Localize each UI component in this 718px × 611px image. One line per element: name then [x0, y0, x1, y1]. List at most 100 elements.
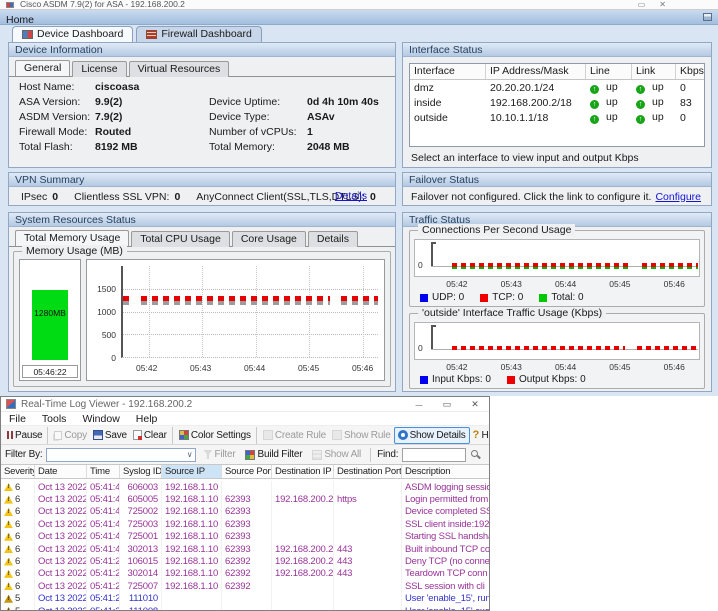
legend-swatch — [480, 293, 489, 302]
column-header[interactable]: Link — [632, 64, 676, 79]
system-resources-tab[interactable]: Core Usage — [231, 231, 306, 247]
toolbar-button[interactable]: Show Rule — [329, 427, 394, 444]
field-value: 7.9(2) — [95, 110, 123, 123]
menu-item[interactable]: Tools — [34, 412, 75, 425]
undock-icon[interactable] — [703, 13, 712, 21]
date-cell: Oct 13 2022 — [35, 481, 87, 494]
log-row[interactable]: 6 Oct 13 2022 05:41:28 302014 192.168.1.… — [1, 567, 489, 581]
destination-port-cell — [334, 530, 402, 543]
log-row[interactable]: 6 Oct 13 2022 05:41:28 725007 192.168.1.… — [1, 580, 489, 593]
severity-cell: 6 — [1, 567, 35, 581]
toolbar-button[interactable]: Show Details — [393, 426, 470, 444]
vpn-details-link[interactable]: Details — [335, 190, 367, 202]
log-viewer-toolbar: Pause Copy Save Clear Color Settings Cre… — [1, 426, 489, 445]
log-row[interactable]: 6 Oct 13 2022 05:41:43 725001 192.168.1.… — [1, 530, 489, 543]
connections-chart-plot: 0 — [414, 239, 700, 277]
field-value: 1 — [307, 125, 313, 138]
system-resources-tab[interactable]: Details — [307, 231, 358, 247]
interface-row[interactable]: dmz 20.20.20.1/24 up up 0 — [410, 80, 704, 95]
column-header[interactable]: Date — [35, 465, 87, 478]
syslog-id-cell: 106015 — [120, 555, 162, 568]
column-header[interactable]: Time — [87, 465, 120, 478]
minimize-icon[interactable] — [405, 397, 433, 411]
close-icon[interactable] — [659, 0, 666, 9]
vpn-stat-label: Clientless SSL VPN: — [74, 190, 170, 203]
menu-item[interactable]: File — [1, 412, 34, 425]
time-cell: 05:41:28 — [87, 580, 120, 593]
menu-item[interactable]: Window — [74, 412, 127, 425]
log-row[interactable]: 6 Oct 13 2022 05:41:28 106015 192.168.1.… — [1, 555, 489, 568]
interface-link-status: up — [632, 96, 676, 109]
memory-usage-line-chart: 1500 1000 500 0 05:42 05:43 05:44 05:45 … — [86, 259, 385, 381]
warning-icon — [4, 569, 13, 578]
toolbar-button[interactable]: Pause — [4, 427, 45, 444]
legend-item: Input Kbps: 0 — [420, 374, 491, 385]
filter-button[interactable]: Show All — [309, 446, 364, 463]
device-info-field: Device Uptime: 0d 4h 10m 40s — [209, 94, 379, 109]
maximize-icon[interactable] — [433, 397, 461, 411]
date-cell: Oct 13 2022 — [35, 555, 87, 568]
filter-combobox[interactable] — [46, 447, 197, 462]
y-axis-label: 500 — [101, 330, 116, 340]
source-port-cell: 62393 — [222, 530, 272, 543]
description-cell: Teardown TCP conn — [405, 568, 488, 580]
dashboard-tabs: Device Dashboard Firewall Dashboard — [12, 26, 262, 42]
log-row[interactable]: 6 Oct 13 2022 05:41:43 725002 192.168.1.… — [1, 505, 489, 519]
menu-item[interactable]: Help — [128, 412, 166, 425]
toolbar-icon — [54, 430, 63, 440]
log-viewer-titlebar[interactable]: Real-Time Log Viewer - 192.168.200.2 — [1, 397, 489, 412]
source-ip-cell — [162, 592, 222, 605]
system-resources-panel: System Resources Status Total Memory Usa… — [8, 212, 396, 392]
column-header[interactable]: Destination Port — [334, 465, 402, 478]
time-cell: 05:41:43 — [87, 505, 120, 519]
dashboard-tab[interactable]: Device Dashboard — [12, 26, 134, 42]
legend-item: UDP: 0 — [420, 292, 464, 303]
device-info-tab[interactable]: General — [15, 60, 71, 76]
log-row[interactable]: 6 Oct 13 2022 05:41:43 725003 192.168.1.… — [1, 518, 489, 531]
toolbar-label: Help — [481, 429, 489, 441]
toolbar-icon — [262, 430, 273, 440]
filter-button[interactable]: Filter — [200, 446, 238, 463]
search-icon[interactable] — [470, 449, 481, 460]
filter-button[interactable]: Build Filter — [242, 446, 305, 463]
device-info-tab[interactable]: License — [72, 61, 127, 77]
toolbar-button[interactable]: Create Rule — [255, 426, 329, 444]
column-header[interactable]: Source Port — [222, 465, 272, 478]
toolbar-button[interactable]: Copy — [47, 426, 90, 444]
device-info-tab[interactable]: Virtual Resources — [128, 61, 230, 77]
date-cell: Oct 13 2022 — [35, 530, 87, 543]
toolbar-button[interactable]: Help — [470, 427, 489, 444]
x-axis-label: 05:42 — [446, 279, 468, 289]
log-row[interactable]: 6 Oct 13 2022 05:41:49 606003 192.168.1.… — [1, 481, 489, 494]
column-header[interactable]: Interface — [410, 64, 486, 79]
log-row[interactable]: 6 Oct 13 2022 05:41:49 605005 192.168.1.… — [1, 493, 489, 506]
toolbar-button[interactable]: Clear — [130, 427, 170, 444]
log-row[interactable]: 6 Oct 13 2022 05:41:43 302013 192.168.1.… — [1, 542, 489, 556]
column-header[interactable]: Syslog ID — [120, 465, 162, 478]
source-port-cell: 62392 — [222, 580, 272, 593]
interface-row[interactable]: inside 192.168.200.2/18 up up 83 — [410, 95, 704, 110]
column-header[interactable]: Source IP — [162, 465, 222, 478]
toolbar-button[interactable]: Save — [90, 427, 130, 444]
interface-row[interactable]: outside 10.10.1.1/18 up up 0 — [410, 110, 704, 125]
filter-button-icon — [203, 450, 213, 459]
maximize-icon[interactable] — [638, 0, 646, 9]
find-input[interactable] — [402, 447, 467, 462]
column-header[interactable]: Kbps — [676, 64, 704, 79]
system-resources-tab[interactable]: Total CPU Usage — [131, 231, 230, 247]
column-header[interactable]: IP Address/Mask — [486, 64, 586, 79]
log-row[interactable]: 5 Oct 13 2022 05:41:28 111010 User 'enab… — [1, 592, 489, 605]
close-icon[interactable] — [461, 397, 489, 411]
system-resources-tab[interactable]: Total Memory Usage — [15, 230, 130, 246]
column-header[interactable]: Description — [402, 465, 489, 478]
column-header[interactable]: Destination IP — [272, 465, 334, 478]
toolbar-button[interactable]: Color Settings — [171, 426, 254, 444]
source-port-cell: 62392 — [222, 555, 272, 568]
column-header[interactable]: Severity — [1, 465, 35, 478]
log-row[interactable]: 5 Oct 13 2022 05:41:28 111008 User 'enab… — [1, 604, 489, 610]
column-header[interactable]: Line — [586, 64, 632, 79]
failover-configure-link[interactable]: Configure — [655, 191, 701, 203]
date-cell: Oct 13 2022 — [35, 542, 87, 556]
dashboard-tab[interactable]: Firewall Dashboard — [136, 26, 262, 42]
time-cell: 05:41:28 — [87, 567, 120, 581]
